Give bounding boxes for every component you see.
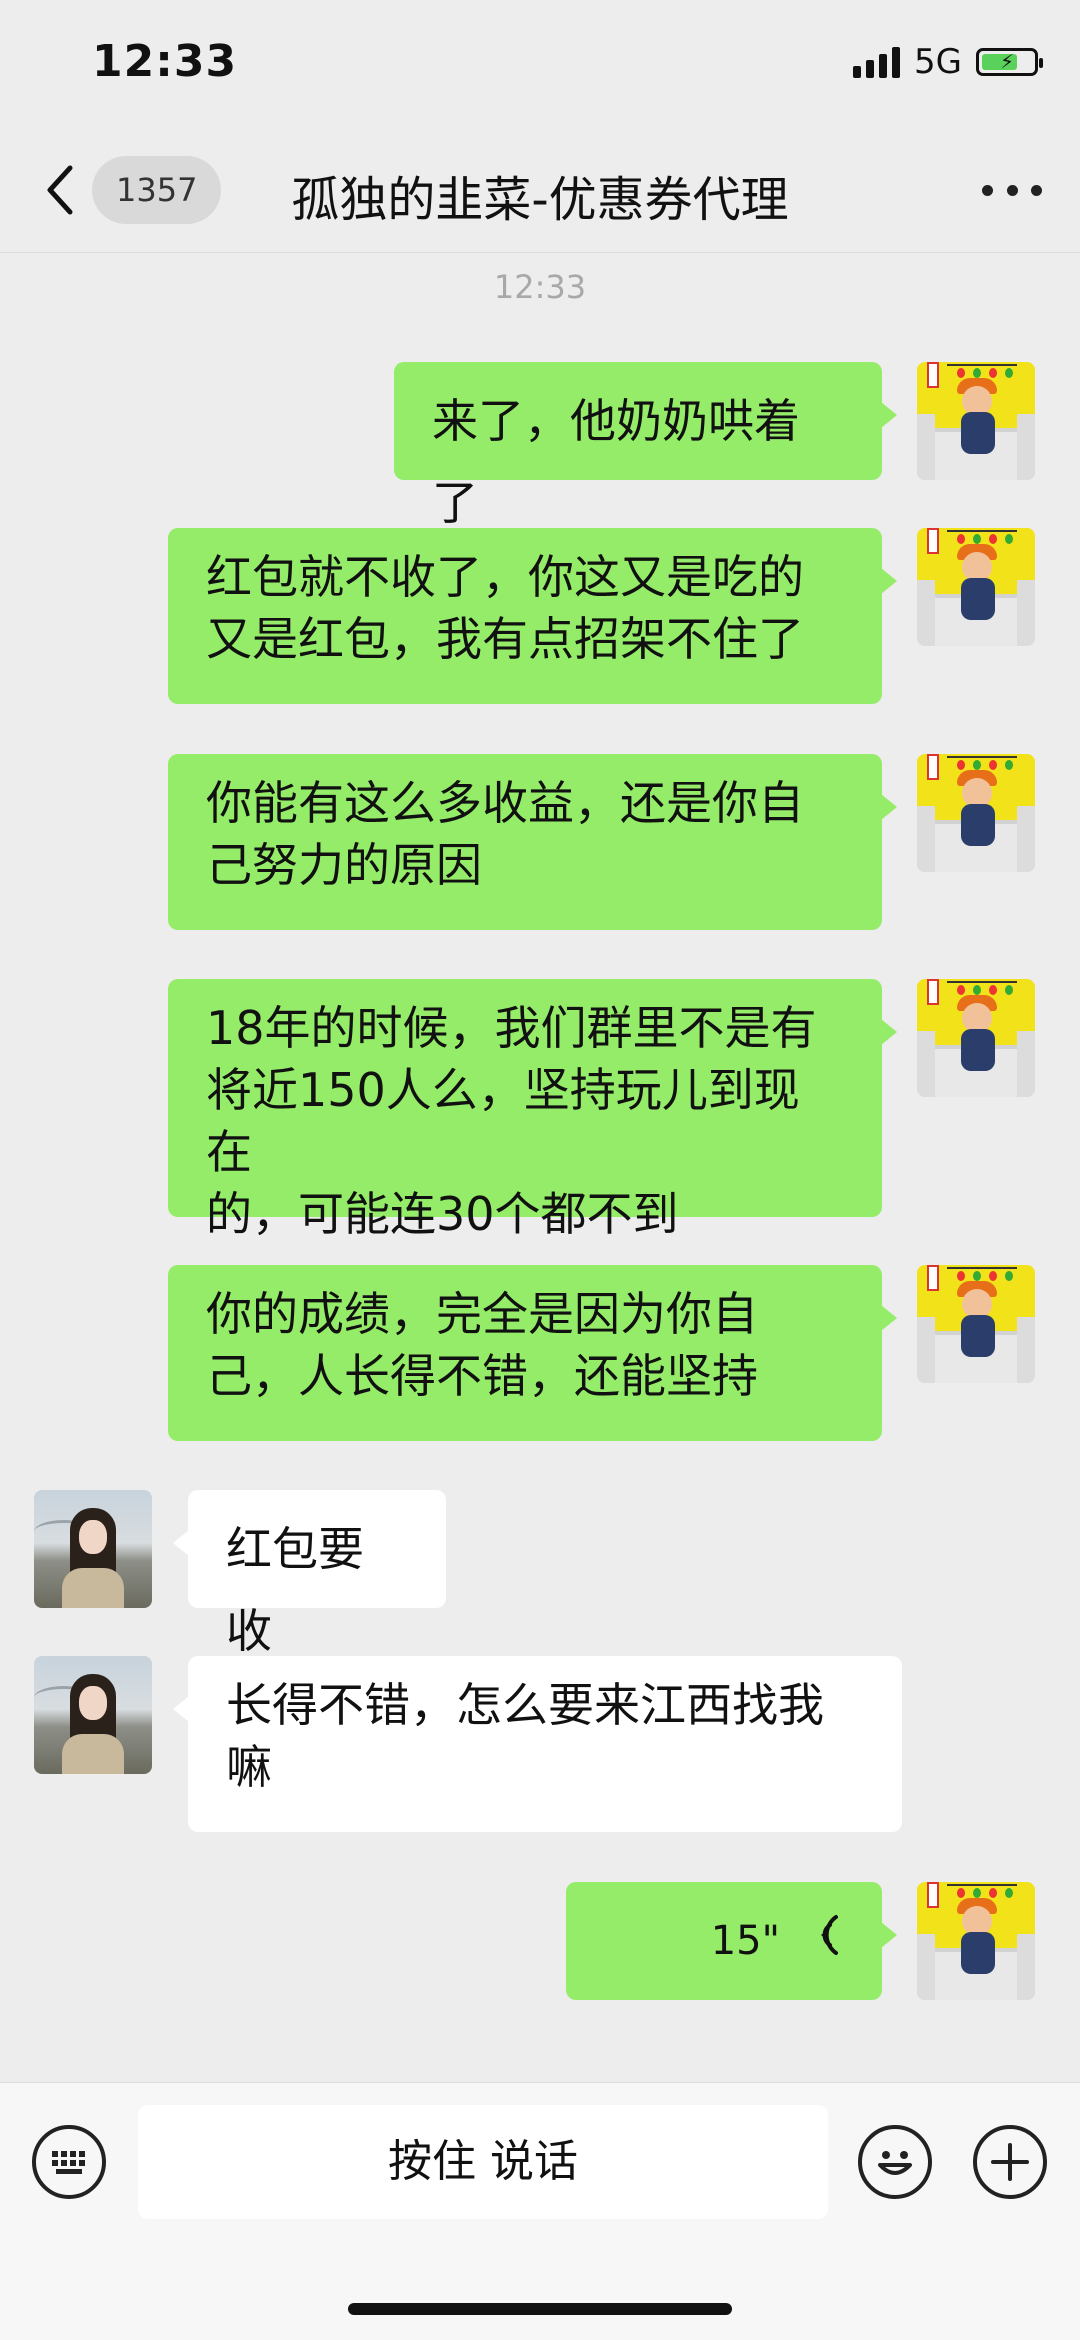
voice-wave-icon <box>806 1910 844 1972</box>
signal-icon <box>853 46 901 78</box>
message-line: 红包就不收了，你这又是吃的 <box>206 550 804 604</box>
message-line: 嘛 <box>226 1740 272 1794</box>
message-line: 你能有这么多收益，还是你自 <box>206 776 804 830</box>
self-avatar[interactable] <box>917 979 1035 1097</box>
voice-duration: 15" <box>710 1918 780 1964</box>
emoji-icon[interactable] <box>858 2125 932 2199</box>
message-text: 红包要收 <box>226 1522 364 1658</box>
message-bubble-received[interactable]: 长得不错，怎么要来江西找我 嘛 <box>173 1656 902 1832</box>
message-timestamp: 12:33 <box>493 268 587 306</box>
contact-avatar[interactable] <box>34 1490 152 1608</box>
more-icon[interactable] <box>982 170 1042 210</box>
status-indicators: 5G ⚡ <box>853 42 1043 82</box>
self-avatar[interactable] <box>917 1265 1035 1383</box>
network-type: 5G <box>914 42 962 82</box>
message-line: 的，可能连30个都不到 <box>206 1187 679 1241</box>
message-line: 己，人长得不错，还能坚持 <box>206 1349 758 1403</box>
keyboard-icon[interactable] <box>32 2125 106 2199</box>
message-line: 18年的时候，我们群里不是有 <box>206 1001 817 1055</box>
status-bar: 12:33 5G ⚡ <box>0 0 1080 130</box>
message-line: 将近150人么，坚持玩儿到现在 <box>206 1063 800 1179</box>
message-text: 来了，他奶奶哄着了 <box>432 394 800 530</box>
self-avatar[interactable] <box>917 362 1035 480</box>
message-line: 你的成绩，完全是因为你自 <box>206 1287 758 1341</box>
self-avatar[interactable] <box>917 1882 1035 2000</box>
home-indicator <box>348 2303 732 2315</box>
voice-message-bubble[interactable]: 15" <box>566 1882 897 2000</box>
message-bubble-sent[interactable]: 来了，他奶奶哄着了 <box>394 362 897 530</box>
chat-header: 1357 孤独的韭菜-优惠券代理 <box>0 130 1080 253</box>
message-bubble-sent[interactable]: 你能有这么多收益，还是你自 己努力的原因 <box>168 754 897 930</box>
status-time: 12:33 <box>92 36 238 87</box>
self-avatar[interactable] <box>917 528 1035 646</box>
message-line: 长得不错，怎么要来江西找我 <box>226 1678 824 1732</box>
message-bubble-sent[interactable]: 18年的时候，我们群里不是有 将近150人么，坚持玩儿到现在 的，可能连30个都… <box>168 979 897 1241</box>
message-bubble-received[interactable]: 红包要收 <box>173 1490 446 1658</box>
hold-to-talk-button[interactable]: 按住 说话 <box>138 2105 828 2219</box>
message-line: 又是红包，我有点招架不住了 <box>206 612 804 666</box>
message-bubble-sent[interactable]: 红包就不收了，你这又是吃的 又是红包，我有点招架不住了 <box>168 528 897 704</box>
battery-icon: ⚡ <box>976 48 1043 76</box>
chat-title: 孤独的韭菜-优惠券代理 <box>291 172 789 228</box>
plus-icon[interactable] <box>973 2125 1047 2199</box>
self-avatar[interactable] <box>917 754 1035 872</box>
contact-avatar[interactable] <box>34 1656 152 1774</box>
input-bar: 按住 说话 <box>0 2082 1080 2340</box>
message-line: 己努力的原因 <box>206 838 482 892</box>
message-bubble-sent[interactable]: 你的成绩，完全是因为你自 己，人长得不错，还能坚持 <box>168 1265 897 1441</box>
